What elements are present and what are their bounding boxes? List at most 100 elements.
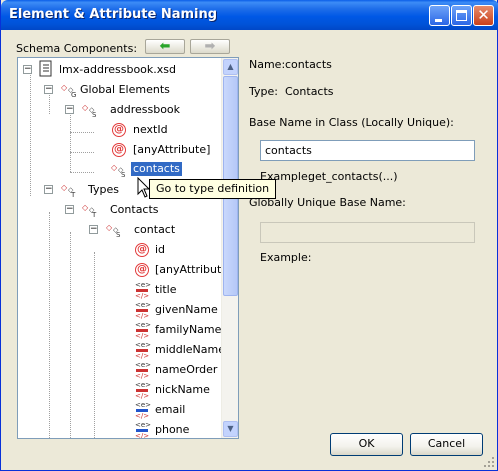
tree-label: id [155, 243, 166, 256]
tree-label: Contacts [110, 203, 159, 216]
tree-node-contacts-type[interactable]: − ◇ ◇ T Contacts [18, 200, 218, 220]
scroll-down-button[interactable]: ▼ [223, 421, 238, 437]
svg-text:S: S [92, 111, 97, 119]
tree-label: nameOrder [155, 363, 218, 376]
tree-label: Global Elements [80, 83, 170, 96]
scroll-up-button[interactable]: ▲ [223, 59, 238, 75]
collapse-icon[interactable]: − [65, 205, 74, 214]
schema-tree[interactable]: − lmx-addressbook.xsd − ◇ ◇ G Global Eleme… [17, 57, 239, 439]
tree-label: lmx-addressbook.xsd [59, 63, 176, 76]
tree-node-middlenames[interactable]: <e> </> middleNames [18, 340, 231, 360]
tree-label: [anyAttribute] [133, 143, 211, 156]
dialog-window: Element & Attribute Naming ✕ Schema Comp… [0, 0, 498, 471]
schema-file-icon [39, 60, 52, 77]
tree-node-id[interactable]: @ id [18, 240, 218, 260]
tree-node-anyattribute[interactable]: @ [anyAttribute] [18, 140, 218, 160]
tree-node-nextid[interactable]: @ nextId [18, 120, 218, 140]
base-name-label: Base Name in Class (Locally Unique): [249, 116, 454, 129]
name-value: contacts [285, 58, 332, 71]
maximize-icon [456, 10, 467, 21]
back-button[interactable]: ⬅ [145, 39, 185, 54]
tree-label: email [155, 403, 186, 416]
tree-node-anyattribute-2[interactable]: @ [anyAttribute [18, 260, 228, 280]
ok-button[interactable]: OK [330, 433, 403, 456]
tree-node-phone[interactable]: <e> </> phone [18, 420, 218, 439]
tree-node-nameorder[interactable]: <e> </> nameOrder [18, 360, 218, 380]
arrow-left-icon: ⬅ [159, 39, 171, 54]
cancel-button[interactable]: Cancel [410, 433, 483, 456]
chevron-down-icon: ▼ [227, 424, 234, 433]
tree-label: [anyAttribute [155, 263, 229, 276]
child-element-icon: <e> </> [135, 381, 152, 400]
svg-text:S: S [116, 231, 121, 239]
collapse-icon[interactable]: − [65, 105, 74, 114]
global-name-label: Globally Unique Base Name: [249, 196, 406, 209]
svg-text:◇: ◇ [61, 183, 68, 192]
chevron-up-icon: ▲ [227, 62, 234, 71]
example1-label: Example: [260, 170, 312, 183]
collapse-icon[interactable]: − [89, 225, 98, 234]
svg-text:◇: ◇ [61, 83, 68, 92]
complex-type-icon: ◇ ◇T [82, 203, 97, 219]
tree-node-title[interactable]: <e> </> title [18, 280, 218, 300]
tree-label: title [155, 283, 177, 296]
schema-components-label: Schema Components: [16, 42, 138, 55]
tree-node-contacts[interactable]: ◇ ◇ S contacts [18, 160, 218, 180]
tree-node-addressbook[interactable]: − ◇ ◇ S addressbook [18, 100, 218, 120]
tree-label: addressbook [110, 103, 181, 116]
element-icon: ◇ ◇S [106, 223, 121, 239]
window-title: Element & Attribute Naming [9, 7, 218, 22]
collapse-icon[interactable]: − [23, 65, 32, 74]
attribute-icon: @ [112, 143, 126, 157]
tree-node-nickname[interactable]: <e> </> nickName [18, 380, 218, 400]
tree-node-familyname[interactable]: <e> </> familyName [18, 320, 222, 340]
tree-node-givenname[interactable]: <e> </> givenName [18, 300, 218, 320]
svg-text:◇: ◇ [82, 203, 89, 212]
element-icon: ◇ ◇S [82, 103, 97, 119]
example1-value: get_contacts(...) [308, 170, 398, 183]
tree-label: middleNames [155, 343, 231, 356]
child-element-icon: <e> </> [135, 341, 152, 360]
minimize-icon [435, 19, 442, 22]
tree-node-email[interactable]: <e> </> email [18, 400, 218, 420]
svg-text:◇: ◇ [111, 163, 118, 172]
collapse-icon[interactable]: − [44, 85, 53, 94]
child-element-icon: <e> </> [135, 421, 152, 439]
minimize-button[interactable] [429, 5, 450, 26]
svg-text:G: G [71, 91, 76, 99]
svg-text:T: T [91, 211, 97, 219]
tree-label-selected: contacts [131, 162, 182, 176]
child-element-icon: <e> </> [135, 321, 152, 340]
example2-label: Example: [260, 251, 312, 264]
base-name-input[interactable]: contacts [260, 140, 475, 161]
tree-node-global-elements[interactable]: − ◇ ◇ G Global Elements [18, 80, 218, 100]
svg-text:S: S [121, 171, 126, 179]
tree-label: givenName [155, 303, 218, 316]
tree-node-root[interactable]: − lmx-addressbook.xsd [18, 60, 218, 80]
global-elements-icon: ◇ ◇G [61, 83, 76, 99]
collapse-icon[interactable]: − [44, 185, 53, 194]
child-element-icon: <e> </> [135, 281, 152, 300]
forward-button[interactable]: ➡ [190, 39, 230, 54]
child-element-icon: <e> </> [135, 361, 152, 380]
close-icon: ✕ [477, 6, 490, 24]
svg-text:◇: ◇ [106, 223, 113, 232]
types-icon: ◇ ◇T [61, 183, 76, 199]
global-name-input[interactable] [260, 222, 475, 243]
tree-label: familyName [155, 323, 222, 336]
name-label: Name: [249, 58, 286, 71]
element-icon: ◇ ◇S [111, 163, 126, 179]
title-bar[interactable]: Element & Attribute Naming ✕ [1, 0, 498, 30]
child-element-icon: <e> </> [135, 301, 152, 320]
child-element-icon: <e> </> [135, 401, 152, 420]
tree-scrollbar[interactable]: ▲ ▼ [221, 58, 238, 438]
maximize-button[interactable] [451, 5, 472, 26]
type-label: Type: [249, 85, 278, 98]
tree-label: nickName [155, 383, 210, 396]
resize-grip-icon[interactable] [484, 457, 495, 468]
tree-node-contact[interactable]: − ◇ ◇ S contact [18, 220, 218, 240]
attribute-icon: @ [135, 243, 149, 257]
svg-text:◇: ◇ [82, 103, 89, 112]
tree-label: Types [88, 183, 119, 196]
close-button[interactable]: ✕ [473, 5, 494, 26]
